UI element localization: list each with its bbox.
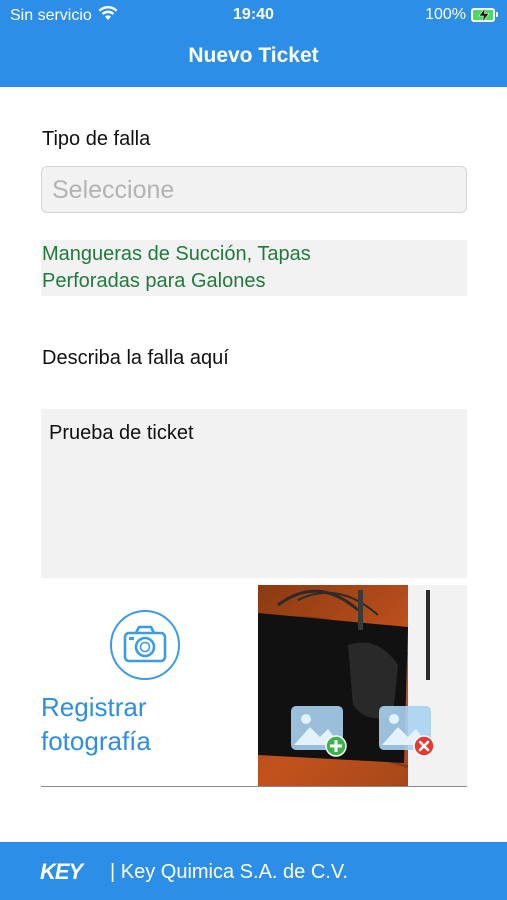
failure-type-select[interactable]: Seleccione [41,166,467,213]
remove-photo-icon[interactable] [376,703,436,758]
selected-failure-text: Mangueras de Succión, Tapas Perforadas p… [41,240,467,296]
photo-thumbnail[interactable] [258,585,467,786]
company-logo: KEY [40,859,83,884]
register-photo-text[interactable]: Registrar fotografía [41,692,151,756]
photo-section-divider [41,786,467,787]
description-textarea[interactable]: Prueba de ticket [41,409,467,578]
header-bar: Sin servicio 19:40 100% Nuevo Ticket [0,0,507,87]
battery-icon [471,8,498,22]
add-photo-icon[interactable] [288,703,348,758]
company-name: | Key Quimica S.A. de C.V. [110,861,348,883]
camera-icon [123,625,167,663]
camera-button[interactable] [110,610,180,680]
register-photo-label[interactable]: Registrar fotografía [41,690,151,758]
battery-percent: 100% [425,6,466,23]
description-label: Describa la falla aquí [42,347,229,369]
charging-bolt-icon [478,8,490,22]
status-right: 100% [425,6,498,24]
status-bar: Sin servicio 19:40 100% [0,0,507,30]
failure-type-label: Tipo de falla [42,128,151,150]
page-title: Nuevo Ticket [188,44,319,67]
footer-bar: KEY | Key Quimica S.A. de C.V. [0,842,507,900]
